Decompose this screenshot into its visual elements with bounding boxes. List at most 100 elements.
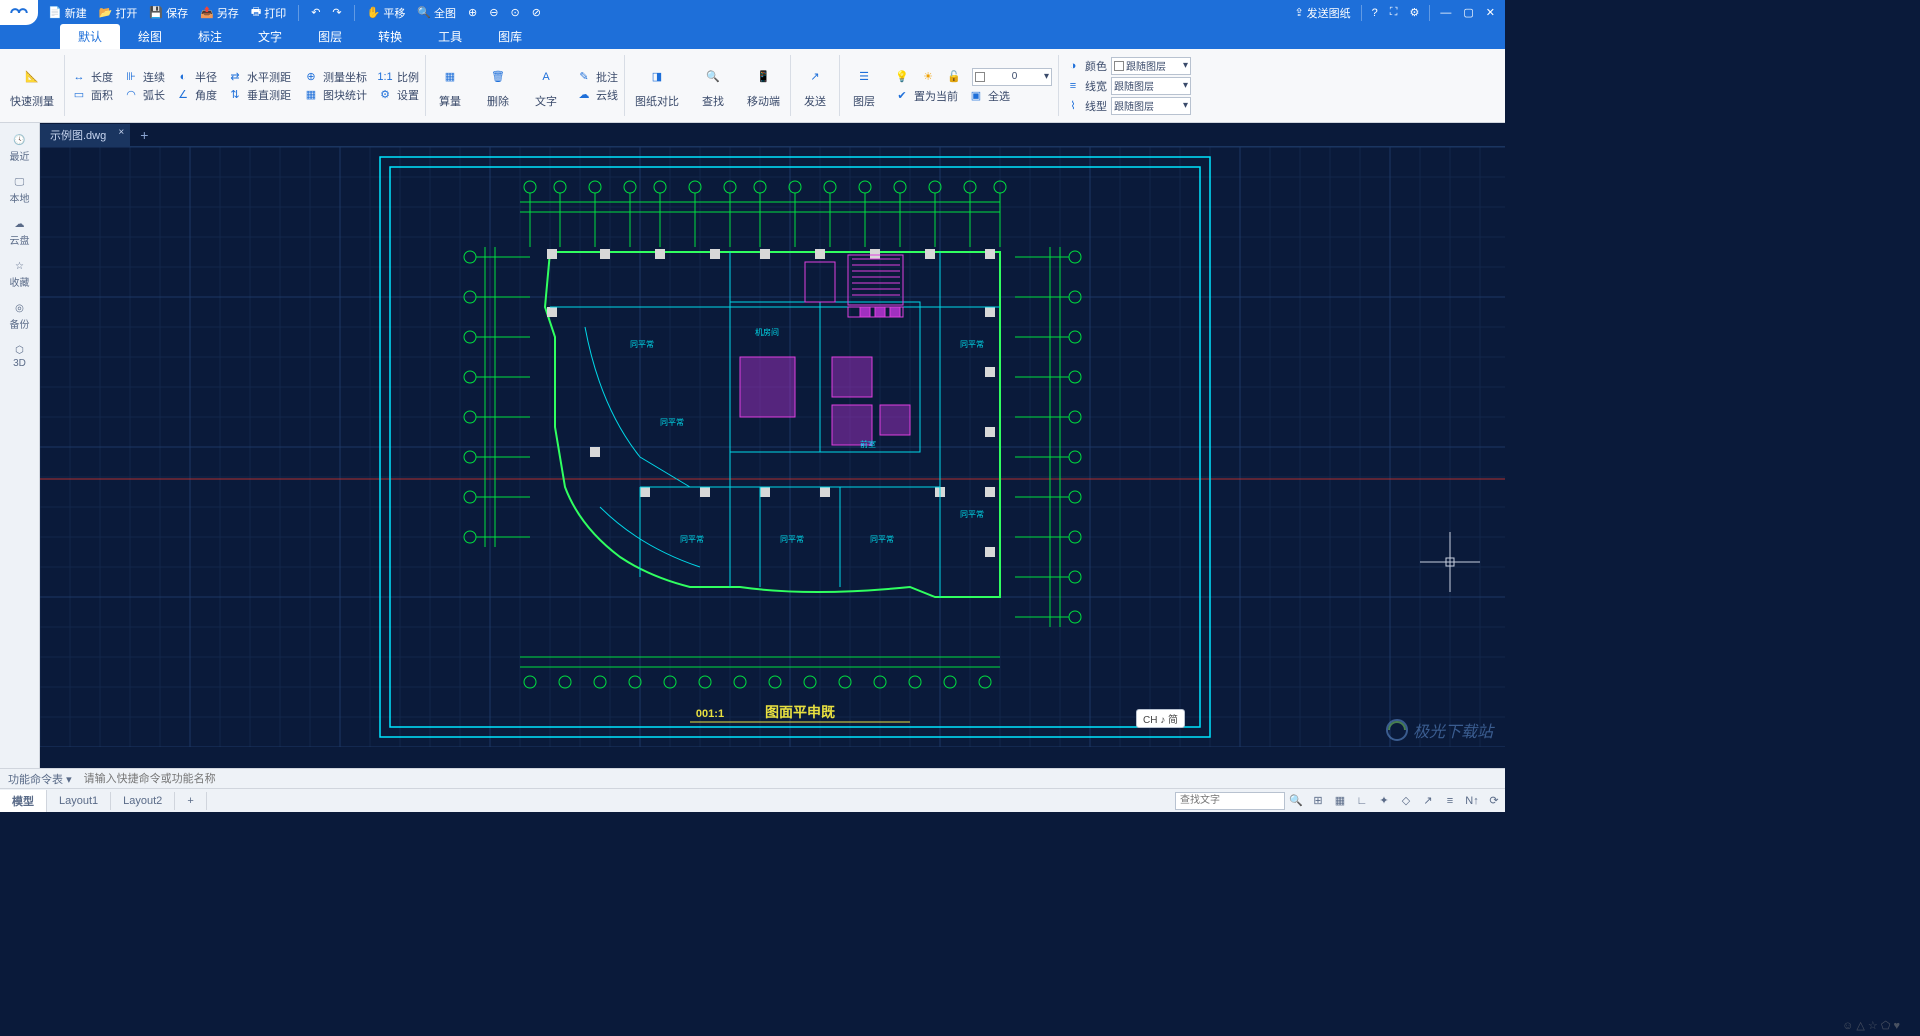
add-tab-button[interactable]: + [130,127,158,143]
menu-tab-library[interactable]: 图库 [480,24,540,49]
nav-toggle[interactable]: N↑ [1461,791,1483,811]
sidebar-item-local[interactable]: 🖵本地 [1,171,39,211]
menu-tab-convert[interactable]: 转换 [360,24,420,49]
table-button[interactable]: ▦算量 [426,49,474,122]
help-button[interactable]: ? [1368,5,1382,21]
linetype-select[interactable]: 跟随图层▾ [1111,97,1191,115]
add-layout-button[interactable]: + [175,792,206,810]
zoom-out-button[interactable]: ⊖ [485,4,502,21]
zoom-in-button[interactable]: ⊕ [464,4,481,21]
find-text-input[interactable] [1175,792,1285,810]
menu-tab-tools[interactable]: 工具 [420,24,480,49]
sidebar-item-recent[interactable]: 🕓最近 [1,129,39,169]
v-dist-button[interactable]: ⇅垂直测距 [227,87,291,103]
send-drawing-button[interactable]: ⇪发送图纸 [1290,3,1354,23]
close-button[interactable]: ✕ [1482,4,1499,21]
annotate-icon: ✎ [576,69,592,85]
save-button[interactable]: 💾保存 [145,3,192,23]
maximize-button[interactable]: ▢ [1459,4,1477,21]
search-button[interactable]: 🔍 [1285,791,1307,811]
select-all-button[interactable]: ▣全选 [968,88,1010,104]
polar-toggle[interactable]: ✦ [1373,791,1395,811]
menu-tab-dimension[interactable]: 标注 [180,24,240,49]
lineweight-icon: ≡ [1065,78,1081,94]
saveas-button[interactable]: 📤另存 [196,3,243,23]
set-current-button[interactable]: ✔置为当前 [894,88,958,104]
sidebar-item-backup[interactable]: ◎备份 [1,297,39,337]
layer-select[interactable]: 0▾ [972,68,1052,86]
find-button[interactable]: 🔍查找 [689,49,737,122]
grid-toggle[interactable]: ▦ [1329,791,1351,811]
zoom-window-button[interactable]: ⊙ [506,4,523,21]
settings-button2[interactable]: ⚙设置 [377,87,419,103]
regen-button[interactable]: ⟳ [1483,791,1505,811]
svg-text:同平常: 同平常 [780,535,804,544]
svg-text:001:1: 001:1 [696,708,724,720]
arc-button[interactable]: ◠弧长 [123,87,165,103]
fullscreen-button[interactable]: ⛶ [1386,4,1402,21]
menu-tab-layer[interactable]: 图层 [300,24,360,49]
scale-button[interactable]: 1:1比例 [377,69,419,85]
block-stat-button[interactable]: ▦图块统计 [303,87,367,103]
mobile-button[interactable]: 📱移动端 [737,49,790,122]
quick-measure-button[interactable]: 📐 快速测量 [0,49,64,122]
fit-button[interactable]: 🔍全图 [413,3,460,23]
snap-toggle[interactable]: ⊞ [1307,791,1329,811]
new-button[interactable]: 📄新建 [44,3,91,23]
ortho-toggle[interactable]: ∟ [1351,791,1373,811]
minimize-button[interactable]: — [1436,5,1455,21]
cube-icon: ⬡ [15,345,24,356]
send-button[interactable]: ↗发送 [791,49,839,122]
lineweight-select[interactable]: 跟随图层▾ [1111,77,1191,95]
sidebar-item-3d[interactable]: ⬡3D [1,339,39,375]
text-button[interactable]: A文字 [522,49,570,122]
ribbon: 📐 快速测量 ↔长度 ⊪连续 ◐半径 ⇄水平测距 ▭面积 ◠弧长 ∠角度 ⇅垂直… [0,49,1505,123]
lineweight-toggle[interactable]: ≡ [1439,791,1461,811]
menu-tab-default[interactable]: 默认 [60,24,120,49]
layout-tab-2[interactable]: Layout2 [111,792,175,810]
refresh-icon: ⟳ [1489,794,1498,807]
cloud-button[interactable]: ☁云线 [576,87,618,103]
svg-text:图面平申既: 图面平申既 [765,704,835,720]
osnap-toggle[interactable]: ◇ [1395,791,1417,811]
command-label-toggle[interactable]: 功能命令表 ▾ [0,771,80,787]
command-input[interactable] [80,771,1505,787]
layer-button[interactable]: ☰图层 [840,49,888,122]
layout-tab-model[interactable]: 模型 [0,790,47,812]
zoom-prev-button[interactable]: ⊘ [528,4,545,21]
svg-text:同平常: 同平常 [960,340,984,349]
menu-tab-draw[interactable]: 绘图 [120,24,180,49]
delete-button[interactable]: 🗑删除 [474,49,522,122]
open-button[interactable]: 📂打开 [95,3,142,23]
sidebar-item-cloud[interactable]: ☁云盘 [1,213,39,253]
drawing-canvas[interactable]: 机房间 同平常 同平常 同平常 同平常 同平常 前室 同平常 同平常 图面平申既… [40,147,1505,768]
mobile-icon: 📱 [750,63,778,91]
length-button[interactable]: ↔长度 [71,69,113,85]
layout-tab-1[interactable]: Layout1 [47,792,111,810]
sidebar-item-favorite[interactable]: ☆收藏 [1,255,39,295]
radius-button[interactable]: ◐半径 [175,69,217,85]
area-button[interactable]: ▭面积 [71,87,113,103]
pan-button[interactable]: ✋平移 [363,3,410,23]
continuous-button[interactable]: ⊪连续 [123,69,165,85]
close-tab-icon[interactable]: × [118,127,124,138]
settings-button[interactable]: ⚙ [1406,4,1424,21]
h-dist-button[interactable]: ⇄水平测距 [227,69,291,85]
compare-button[interactable]: ◨图纸对比 [625,49,689,122]
share-icon: ⇪ [1294,6,1303,19]
undo-button[interactable]: ↶ [307,4,324,21]
redo-button[interactable]: ↷ [328,4,345,21]
menu-tab-text[interactable]: 文字 [240,24,300,49]
print-button[interactable]: 🖶打印 [247,1,290,24]
coord-button[interactable]: ⊕测量坐标 [303,69,367,85]
star-icon: ☆ [15,261,24,272]
help-icon: ? [1372,7,1378,19]
angle-button[interactable]: ∠角度 [175,87,217,103]
osnap-icon: ◇ [1402,794,1410,807]
color-select[interactable]: 跟随图层▾ [1111,57,1191,75]
app-logo [0,0,38,25]
command-bar: 功能命令表 ▾ [0,768,1505,788]
document-tab[interactable]: 示例图.dwg× [40,124,130,146]
track-toggle[interactable]: ↗ [1417,791,1439,811]
annotate-button[interactable]: ✎批注 [576,69,618,85]
